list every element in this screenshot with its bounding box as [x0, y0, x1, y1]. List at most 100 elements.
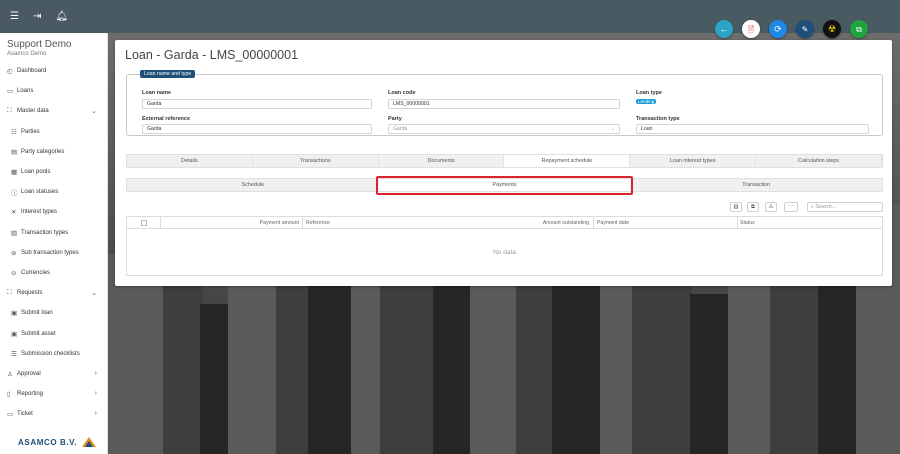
sidebar-item-party-categories[interactable]: ▤ Party categories: [0, 142, 107, 162]
sidebar-item-submit-loan[interactable]: ▣ Submit loan: [0, 303, 107, 323]
sidebar-item-ticket[interactable]: ▭ Ticket ›: [0, 404, 107, 424]
ticket-icon: ▭: [7, 411, 14, 419]
column-reference[interactable]: Reference: [306, 217, 330, 229]
chevron-down-icon: ⌄: [91, 290, 97, 298]
sidebar-item-label: Submission checklists: [21, 350, 80, 357]
subtab-transaction[interactable]: Transaction: [630, 179, 882, 191]
copy-button[interactable]: ⧉: [850, 20, 868, 38]
loan-type-label: Loan type: [636, 90, 662, 96]
party-value: Garda: [393, 126, 408, 132]
column-divider: [302, 217, 303, 229]
pdf-icon: 🗎︎: [747, 24, 755, 34]
interest-types-icon: ✕: [11, 209, 17, 217]
sidebar-item-master-data[interactable]: ⛶ Master data ⌄: [0, 101, 107, 121]
sidebar-item-label: Approval: [17, 370, 41, 377]
fieldset-legend: Loan name and type: [140, 70, 196, 78]
warning-icon: ⚠: [768, 204, 774, 210]
sidebar-item-parties[interactable]: ☷ Parties: [0, 122, 107, 142]
submit-asset-icon: ▣: [11, 330, 18, 338]
submit-loan-icon: ▣: [11, 310, 18, 318]
external-reference-field[interactable]: Garda: [142, 124, 372, 134]
chevron-down-icon: ⌄: [610, 126, 615, 132]
app-title: Support Demo: [7, 39, 72, 50]
chevron-down-icon: ⌄: [91, 108, 97, 116]
sidebar-item-loans[interactable]: ▭ Loans: [0, 81, 107, 101]
bell-icon[interactable]: 🔔︎: [55, 11, 68, 22]
currencies-icon: ⊝: [11, 269, 17, 277]
sidebar-item-label: Master data: [17, 108, 49, 115]
column-payment-date[interactable]: Payment date: [597, 217, 629, 229]
grid-search-input[interactable]: ⌕ Search...: [807, 202, 883, 212]
party-label: Party: [388, 116, 402, 122]
column-status[interactable]: Status: [740, 217, 755, 229]
sidebar-nav: ◴ Dashboard ▭ Loans ⛶ Master data ⌄ ☷ Parties…: [0, 61, 107, 424]
tab-documents[interactable]: Documents: [379, 155, 505, 167]
edit-button[interactable]: ✎: [796, 20, 814, 38]
loan-statuses-icon: ⓘ: [11, 190, 18, 198]
reporting-icon: ▯: [7, 391, 11, 399]
back-button[interactable]: ←: [715, 20, 733, 38]
loan-code-label: Loan code: [388, 90, 416, 96]
sidebar-brand: Support Demo Asamco Demo: [0, 33, 107, 61]
logout-icon[interactable]: ⇥: [33, 11, 41, 22]
approval-icon: ♙: [7, 370, 13, 378]
sidebar-item-interest-types[interactable]: ✕ Interest types: [0, 202, 107, 222]
sidebar-item-label: Submit asset: [21, 330, 56, 337]
chevron-right-icon: ›: [94, 369, 97, 377]
sidebar-item-approval[interactable]: ♙ Approval ›: [0, 364, 107, 384]
menu-icon[interactable]: ☰: [10, 11, 19, 22]
sidebar-item-transaction-types[interactable]: ▧ Transaction types: [0, 223, 107, 243]
sidebar-item-loan-pools[interactable]: ▦ Loan pools: [0, 162, 107, 182]
transaction-types-icon: ▧: [11, 229, 18, 237]
checklist-icon: ☰: [11, 350, 17, 358]
loan-name-field[interactable]: Garda: [142, 99, 372, 109]
loan-name-and-type-fieldset: Loan name and type Loan name Garda Loan …: [126, 70, 883, 136]
sidebar-item-submission-checklists[interactable]: ☰ Submission checklists: [0, 344, 107, 364]
sidebar-item-label: Currencies: [21, 269, 51, 276]
dashboard-icon: ◴: [7, 68, 13, 76]
party-select[interactable]: Garda ⌄: [388, 124, 620, 134]
columns-icon: ▥: [733, 204, 739, 210]
parties-icon: ☷: [11, 128, 17, 136]
sidebar-item-label: Ticket: [17, 411, 33, 418]
sidebar-item-sub-transaction-types[interactable]: ⊜ Sub transaction types: [0, 243, 107, 263]
tab-details[interactable]: Details: [127, 155, 253, 167]
chevron-right-icon: ›: [94, 390, 97, 397]
tab-loan-interest-types[interactable]: Loan interest types: [630, 155, 757, 167]
column-divider: [737, 217, 738, 229]
column-chooser-button[interactable]: ▥: [730, 202, 742, 212]
sidebar-item-requests[interactable]: ⛶ Requests ⌄: [0, 283, 107, 303]
tab-calculation-steps[interactable]: Calculation steps: [756, 155, 882, 167]
subtab-schedule[interactable]: Schedule: [127, 179, 379, 191]
tab-transactions[interactable]: Transactions: [253, 155, 379, 167]
refresh-button[interactable]: ⟳: [769, 20, 787, 38]
export-button[interactable]: ⧉: [747, 202, 759, 212]
sidebar-item-submit-asset[interactable]: ▣ Submit asset: [0, 323, 107, 343]
sidebar-item-loan-statuses[interactable]: ⓘ Loan statuses: [0, 182, 107, 202]
hazard-icon: ☢: [827, 23, 837, 34]
sidebar-item-label: Requests: [17, 290, 43, 297]
sidebar-item-dashboard[interactable]: ◴ Dashboard: [0, 61, 107, 81]
sidebar-item-currencies[interactable]: ⊝ Currencies: [0, 263, 107, 283]
loan-code-field[interactable]: LMS_00000001: [388, 99, 620, 109]
pdf-button[interactable]: 🗎︎: [742, 20, 760, 38]
sidebar-item-label: Interest types: [21, 209, 58, 216]
tab-repayment-schedule[interactable]: Repayment schedule: [504, 155, 631, 167]
transaction-type-field[interactable]: Loan: [636, 124, 869, 134]
loan-type-badge: Lending: [636, 99, 657, 104]
column-amount-outstanding[interactable]: Amount outstanding: [427, 217, 591, 229]
loan-tabs: Details Transactions Documents Repayment…: [126, 154, 883, 168]
more-options-button[interactable]: ⋯: [784, 202, 798, 212]
select-all-checkbox[interactable]: [141, 220, 147, 226]
warning-button[interactable]: ⚠: [765, 202, 777, 212]
sidebar: Support Demo Asamco Demo ◴ Dashboard ▭ Loa…: [0, 33, 108, 454]
column-payment-amount[interactable]: Payment amount: [160, 217, 301, 229]
edit-icon: ✎: [801, 24, 809, 34]
sidebar-item-label: Party categories: [21, 148, 65, 155]
hazard-button[interactable]: ☢: [823, 20, 841, 38]
external-reference-label: External reference: [142, 116, 190, 122]
sidebar-item-label: Reporting: [17, 391, 44, 398]
column-divider: [593, 217, 594, 229]
sidebar-item-reporting[interactable]: ▯ Reporting ›: [0, 384, 107, 404]
payments-highlight: [376, 176, 633, 195]
